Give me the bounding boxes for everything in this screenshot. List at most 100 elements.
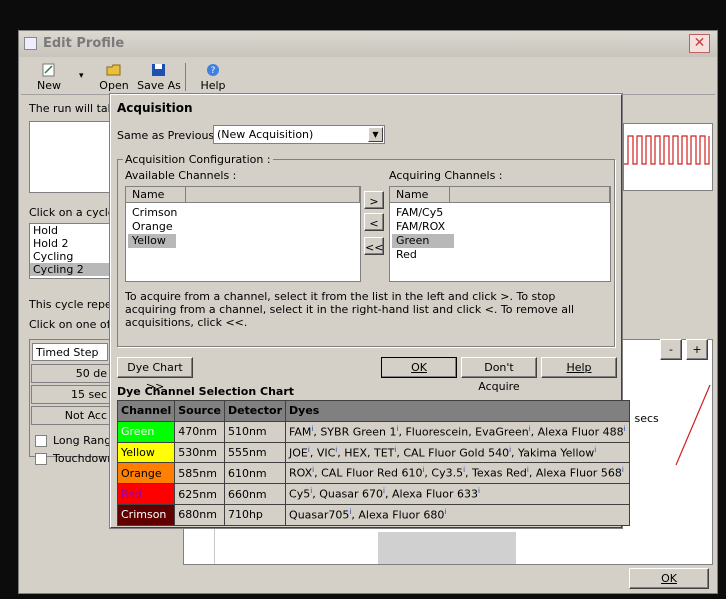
dye-name[interactable]: CAL Fluor Red 610: [321, 467, 422, 480]
new-dropdown-icon[interactable]: ▾: [79, 71, 84, 81]
dye-name[interactable]: CAL Fluor Gold 540: [403, 446, 509, 459]
dye-separator: ,: [528, 467, 536, 481]
help-label: Help: [200, 79, 226, 92]
channel-cell: Crimson: [116, 503, 176, 526]
available-channels-label: Available Channels :: [125, 169, 237, 182]
help-button[interactable]: Help: [541, 357, 617, 378]
new-button[interactable]: New: [29, 59, 69, 95]
ramp-line-graphic: [675, 384, 711, 466]
remove-channel-button[interactable]: <: [364, 213, 384, 231]
ok-button[interactable]: OK: [381, 357, 457, 378]
acquiring-channel-item[interactable]: FAM/Cy5: [392, 206, 608, 220]
channel-cell: Green: [116, 420, 176, 443]
acquiring-channel-item[interactable]: Green: [392, 234, 454, 248]
save-as-label: Save As: [137, 79, 181, 92]
cycle-item[interactable]: Hold 2: [30, 237, 110, 250]
add-channel-button[interactable]: >: [364, 191, 384, 209]
dont-acquire-button[interactable]: Don't Acquire: [461, 357, 537, 393]
add-step-button[interactable]: +: [686, 339, 708, 360]
close-button[interactable]: ✕: [689, 34, 710, 53]
step-time[interactable]: 15 sec: [31, 385, 111, 404]
remove-all-channels-button[interactable]: <<: [364, 237, 384, 255]
dye-name[interactable]: Alexa Fluor 633: [392, 488, 478, 501]
chart-header-row: Channel Source Detector Dyes: [116, 400, 630, 422]
ok-button[interactable]: OK: [629, 568, 709, 589]
channel-cell: Orange: [116, 462, 176, 485]
touchdown-checkbox[interactable]: [35, 453, 47, 465]
dye-name[interactable]: Cy5: [289, 488, 310, 501]
available-channel-item[interactable]: Crimson: [128, 206, 358, 220]
acquiring-channel-item[interactable]: FAM/ROX: [392, 220, 608, 234]
acquiring-name-column[interactable]: Name: [390, 187, 450, 203]
same-as-previous-label: Same as Previous :: [117, 129, 222, 142]
open-label: Open: [99, 79, 129, 92]
source-cell: 680nm: [174, 503, 225, 526]
help-button[interactable]: ? Help: [195, 59, 231, 95]
dye-name[interactable]: Quasar705: [289, 509, 349, 522]
new-label: New: [37, 79, 61, 92]
dye-name[interactable]: Quasar 670: [319, 488, 383, 501]
dye-name[interactable]: SYBR Green 1: [320, 426, 396, 439]
step-type-select[interactable]: Timed Step: [32, 343, 108, 361]
dye-name[interactable]: Yakima Yellow: [518, 446, 594, 459]
dye-name[interactable]: Alexa Fluor 568: [536, 467, 622, 480]
long-range-checkbox[interactable]: [35, 435, 47, 447]
dye-name[interactable]: ROX: [289, 467, 312, 480]
dye-name[interactable]: JOE: [289, 446, 308, 459]
acquiring-channel-item[interactable]: Red: [392, 248, 608, 262]
remove-step-button[interactable]: -: [660, 339, 682, 360]
available-name-column[interactable]: Name: [126, 187, 186, 203]
info-icon[interactable]: i: [624, 425, 626, 433]
app-icon: [24, 37, 37, 50]
info-icon[interactable]: i: [478, 487, 480, 495]
dye-chart-button[interactable]: Dye Chart >>: [117, 357, 193, 393]
graph-highlight: [378, 532, 516, 564]
profile-waveform: [623, 123, 713, 191]
dye-separator: ,: [385, 487, 392, 501]
run-duration-text: The run will take: [29, 102, 121, 115]
dye-separator: ,: [465, 467, 473, 481]
acquiring-channels-list[interactable]: Name FAM/Cy5 FAM/ROX Green Red: [389, 186, 611, 282]
step-acquisition[interactable]: Not Acc: [31, 406, 111, 425]
dye-name[interactable]: VIC: [317, 446, 335, 459]
help-icon: ?: [207, 64, 219, 76]
available-channels-list[interactable]: Name Crimson Orange Yellow: [125, 186, 361, 282]
cycle-item[interactable]: Cycling 2: [30, 263, 110, 276]
touchdown-label: Touchdown: [53, 452, 115, 465]
cycle-item[interactable]: Hold: [30, 224, 110, 237]
dye-name[interactable]: Alexa Fluor 680: [358, 509, 444, 522]
chart-body: Green 470nm 510nm FAM i, SYBR Green 1 i, Fluo…: [116, 420, 630, 526]
dye-separator: ,: [530, 425, 538, 439]
open-button[interactable]: Open: [97, 59, 131, 95]
info-icon[interactable]: i: [444, 508, 446, 516]
dyes-cell: Cy5i, Quasar 670i, Alexa Fluor 633i: [285, 483, 630, 505]
dye-name[interactable]: HEX, TET: [344, 446, 394, 459]
chart-row: Red 625nm 660nm Cy5i, Quasar 670i, Alexa Fl…: [116, 483, 630, 505]
dye-name[interactable]: Alexa Fluor 488: [538, 426, 624, 439]
cycle-list[interactable]: Hold Hold 2 Cycling Cycling 2: [29, 223, 111, 279]
profile-graph-area: [29, 121, 111, 193]
info-icon[interactable]: i: [622, 466, 624, 474]
step-temperature[interactable]: 50 de: [31, 364, 111, 383]
toolbar: New ▾ Open Save As ? Help: [21, 59, 715, 95]
dye-name[interactable]: Cy3.5: [431, 467, 463, 480]
dye-name[interactable]: Texas Red: [472, 467, 527, 480]
chevron-down-icon[interactable]: ▼: [368, 127, 383, 142]
dye-separator: ,: [309, 446, 317, 460]
save-as-button[interactable]: Save As: [135, 59, 183, 95]
info-icon[interactable]: i: [594, 446, 596, 454]
acquiring-extra-column: [450, 187, 610, 203]
acquisition-dialog: Acquisition Same as Previous : (New Acqu…: [110, 94, 630, 528]
new-icon: [42, 63, 55, 77]
dye-channel-chart: Channel Source Detector Dyes Green 470nm 5…: [116, 400, 630, 526]
cycle-item[interactable]: Cycling: [30, 250, 110, 263]
dyes-cell: FAMi, SYBR Green 1i, Fluorescein, EvaGre…: [285, 420, 630, 443]
detector-header: Detector: [223, 400, 287, 422]
dye-name[interactable]: Fluorescein, EvaGreen: [405, 426, 528, 439]
detector-cell: 660nm: [223, 483, 287, 505]
dye-name[interactable]: FAM: [289, 426, 311, 439]
available-channel-item[interactable]: Yellow: [128, 234, 176, 248]
available-channel-item[interactable]: Orange: [128, 220, 358, 234]
long-range-label: Long Range: [53, 434, 118, 447]
same-as-previous-select[interactable]: (New Acquisition) ▼: [213, 125, 385, 144]
